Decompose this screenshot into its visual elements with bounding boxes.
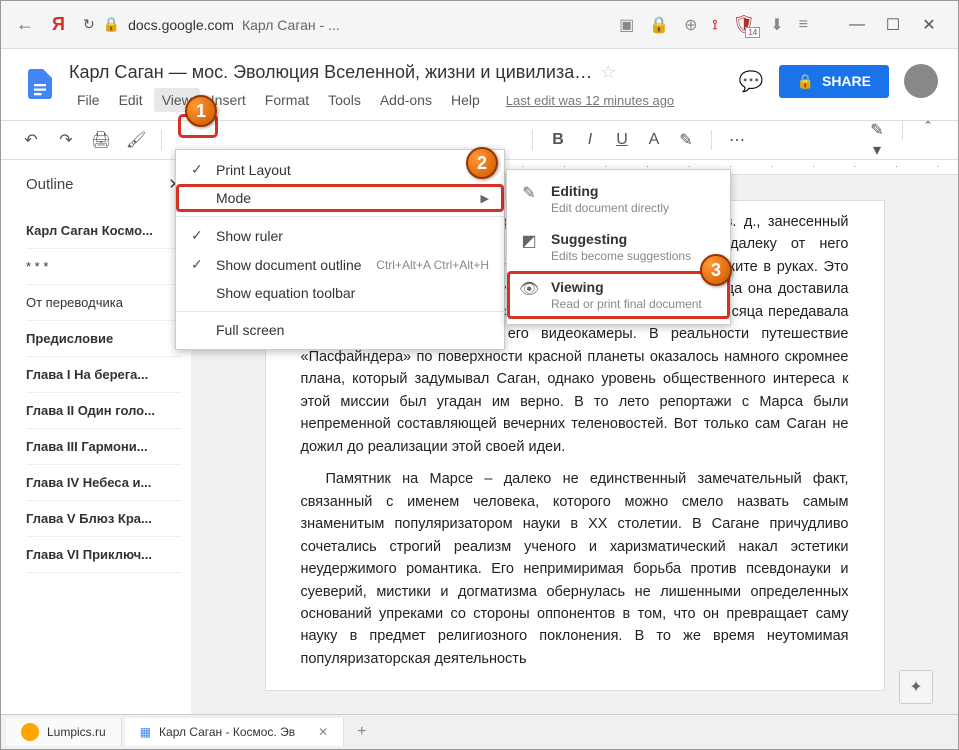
outline-title: Outline xyxy=(26,176,74,193)
lock-icon: 🔒 xyxy=(103,16,120,33)
url-title: Карл Саган - ... xyxy=(242,17,340,33)
docs-logo-icon[interactable] xyxy=(21,59,59,109)
mode-editing[interactable]: ✎ Editing Edit document directly xyxy=(507,175,730,223)
menu-full-screen[interactable]: Full screen xyxy=(176,316,504,344)
collapse-icon[interactable]: ˆ xyxy=(918,120,938,160)
outline-item[interactable]: От переводчика xyxy=(26,285,181,321)
translate-icon[interactable]: ⊕ xyxy=(684,15,697,35)
outline-item[interactable]: Глава VI Приключ... xyxy=(26,537,181,573)
explore-button[interactable]: ✦ xyxy=(899,670,933,704)
last-edit-link[interactable]: Last edit was 12 minutes ago xyxy=(506,93,674,108)
text-color-icon[interactable]: A xyxy=(644,131,664,149)
bookmark-icon[interactable]: ▣ xyxy=(619,15,634,35)
outline-panel: Outline ✕ Карл Саган Космо... * * * От п… xyxy=(1,160,191,728)
underline-icon[interactable]: U xyxy=(612,131,632,149)
comments-icon[interactable]: 💬 xyxy=(739,69,764,94)
share-button[interactable]: 🔒SHARE xyxy=(779,65,889,98)
view-dropdown-menu: ✓ Print Layout Mode ▶ ✓ Show ruler ✓ Sho… xyxy=(175,149,505,350)
menu-file[interactable]: File xyxy=(69,88,108,112)
outline-item[interactable]: Глава I На берега... xyxy=(26,357,181,393)
os-taskbar: Lumpics.ru ▦Карл Саган - Космос. Эв✕ + xyxy=(1,714,958,749)
outline-item[interactable]: Глава III Гармони... xyxy=(26,429,181,465)
mode-suggesting[interactable]: ◩ Suggesting Edits become suggestions xyxy=(507,223,730,271)
italic-icon[interactable]: I xyxy=(580,131,600,149)
minimize-icon[interactable]: — xyxy=(843,14,871,36)
extension1-icon[interactable]: ⟟ xyxy=(713,17,718,33)
eye-icon: 👁 xyxy=(519,279,539,311)
menu-mode[interactable]: Mode ▶ xyxy=(176,184,504,212)
paragraph[interactable]: Памятник на Марсе – далеко не единственн… xyxy=(301,468,849,670)
mode-submenu: ✎ Editing Edit document directly ◩ Sugge… xyxy=(506,169,731,325)
menu-equation-toolbar[interactable]: Show equation toolbar xyxy=(176,279,504,307)
menu-show-outline[interactable]: ✓ Show document outline Ctrl+Alt+A Ctrl+… xyxy=(176,250,504,279)
document-title[interactable]: Карл Саган — мос. Эволюция Вселенной, жи… xyxy=(69,59,729,86)
browser-logo-icon[interactable]: Я xyxy=(52,14,65,35)
download-icon[interactable]: ⬇ xyxy=(770,15,783,35)
tab-close-icon[interactable]: ✕ xyxy=(318,725,328,739)
star-icon[interactable]: ☆ xyxy=(600,62,616,82)
pencil-icon: ✎ xyxy=(519,183,539,215)
checkmark-icon: ✓ xyxy=(191,227,216,244)
menu-addons[interactable]: Add-ons xyxy=(372,88,440,112)
avatar[interactable] xyxy=(904,64,938,98)
outline-item[interactable]: * * * xyxy=(26,249,181,285)
close-icon[interactable]: ✕ xyxy=(915,14,943,36)
outline-item[interactable]: Глава IV Небеса и... xyxy=(26,465,181,501)
lock-icon: 🔒 xyxy=(797,73,814,90)
more-icon[interactable]: ⋯ xyxy=(727,130,747,150)
mode-viewing[interactable]: 👁 Viewing Read or print final document xyxy=(507,271,730,319)
adblock-icon[interactable]: 🛡14 xyxy=(732,14,755,35)
annotation-badge-1: 1 xyxy=(185,95,217,127)
editing-mode-icon[interactable]: ✎ ▾ xyxy=(867,120,887,160)
address-bar[interactable]: ↻ 🔒 docs.google.com Карл Саган - ... xyxy=(83,16,340,33)
undo-icon[interactable]: ↶ xyxy=(21,130,41,150)
reader-icon[interactable]: 🔒 xyxy=(649,15,669,35)
outline-item[interactable]: Глава V Блюз Кра... xyxy=(26,501,181,537)
bold-icon[interactable]: B xyxy=(548,131,568,149)
reload-icon[interactable]: ↻ xyxy=(83,16,95,33)
annotation-badge-3: 3 xyxy=(700,254,732,286)
browser-toolbar: ← Я ↻ 🔒 docs.google.com Карл Саган - ...… xyxy=(1,1,958,49)
checkmark-icon: ✓ xyxy=(191,161,216,178)
checkmark-icon: ✓ xyxy=(191,256,216,273)
highlight-icon[interactable]: ✎ xyxy=(676,130,696,150)
favicon xyxy=(21,723,39,741)
submenu-arrow-icon: ▶ xyxy=(481,192,489,205)
menu-print-layout[interactable]: ✓ Print Layout xyxy=(176,155,504,184)
url-domain: docs.google.com xyxy=(128,17,234,33)
menu-edit[interactable]: Edit xyxy=(111,88,151,112)
taskbar-tab[interactable]: ▦Карл Саган - Космос. Эв✕ xyxy=(125,718,344,746)
maximize-icon[interactable]: ☐ xyxy=(879,14,907,36)
outline-item[interactable]: Предисловие xyxy=(26,321,181,357)
back-icon[interactable]: ← xyxy=(16,14,34,35)
redo-icon[interactable]: ↷ xyxy=(56,130,76,150)
menu-help[interactable]: Help xyxy=(443,88,488,112)
paint-format-icon[interactable]: 🖌 xyxy=(126,130,146,150)
taskbar-tab[interactable]: Lumpics.ru xyxy=(6,718,122,746)
outline-item[interactable]: Карл Саган Космо... xyxy=(26,213,181,249)
menubar: File Edit View Insert Format Tools Add-o… xyxy=(69,88,729,112)
menu-tools[interactable]: Tools xyxy=(320,88,369,112)
menu-show-ruler[interactable]: ✓ Show ruler xyxy=(176,221,504,250)
menu-format[interactable]: Format xyxy=(257,88,317,112)
new-tab-icon[interactable]: + xyxy=(347,723,376,741)
outline-item[interactable]: Глава II Один голо... xyxy=(26,393,181,429)
menu-icon[interactable]: ≡ xyxy=(799,16,808,34)
print-icon[interactable]: 🖨 xyxy=(91,130,111,150)
docs-favicon: ▦ xyxy=(140,725,151,739)
annotation-badge-2: 2 xyxy=(466,147,498,179)
suggest-icon: ◩ xyxy=(519,231,539,263)
docs-header: Карл Саган — мос. Эволюция Вселенной, жи… xyxy=(1,49,958,112)
